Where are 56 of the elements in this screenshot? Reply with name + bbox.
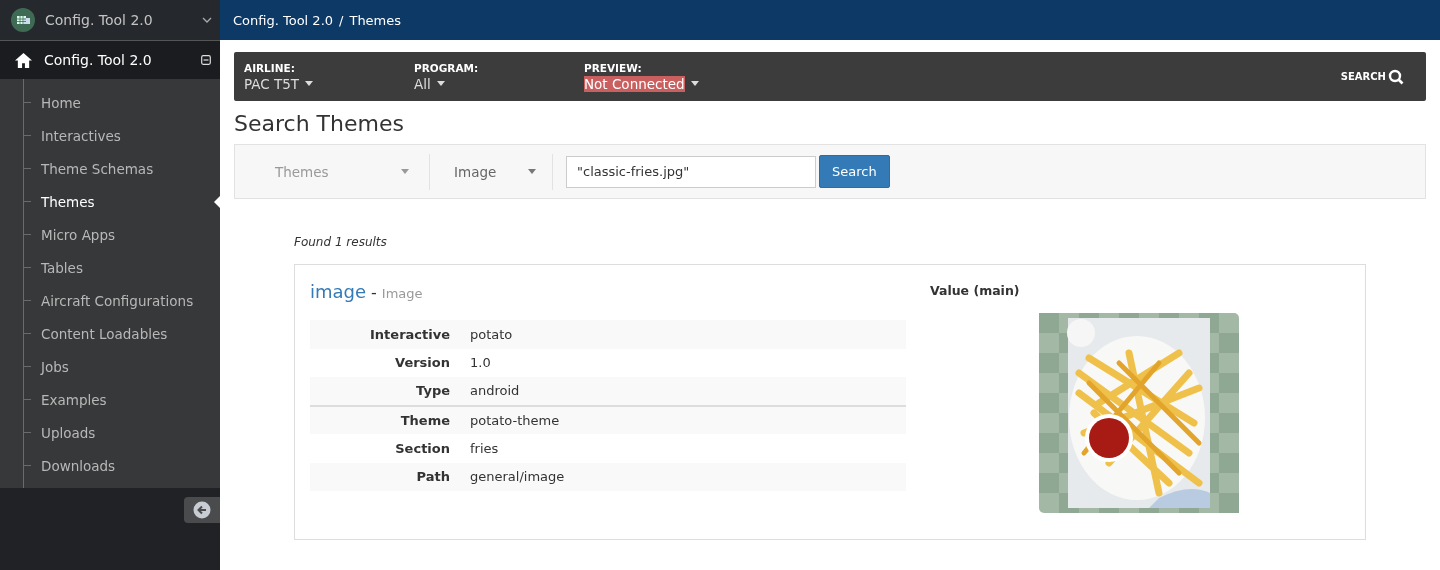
filter-label: PREVIEW: — [584, 61, 642, 74]
filter-dropdown[interactable]: All — [414, 75, 431, 92]
property-value: fries — [470, 434, 906, 463]
sidebar-item[interactable]: Examples — [41, 391, 107, 408]
breadcrumb-separator: / — [339, 12, 344, 28]
sidebar-item[interactable]: Downloads — [41, 457, 116, 474]
sidebar-item[interactable]: Themes — [41, 193, 95, 210]
sidebar-item[interactable]: Aircraft Configurations — [41, 292, 194, 309]
sidebar-item[interactable]: Home — [41, 94, 81, 111]
breadcrumb-item: Themes — [349, 12, 402, 28]
property-label: Path — [310, 462, 470, 491]
sidebar-item[interactable]: Micro Apps — [41, 226, 116, 243]
caret-icon[interactable] — [436, 81, 445, 86]
sidebar-item[interactable]: Theme Schemas — [41, 160, 154, 177]
collapse-sidebar-button[interactable] — [184, 497, 220, 523]
home-icon — [14, 51, 33, 69]
collapse-icon[interactable] — [201, 55, 211, 65]
filter-dropdown[interactable]: PAC T5T — [244, 75, 300, 92]
caret-icon[interactable] — [305, 81, 314, 86]
arrow-left-icon — [193, 501, 211, 519]
filter-label: PROGRAM: — [414, 61, 479, 74]
caret-icon — [528, 169, 536, 174]
breadcrumb-item[interactable]: Config. Tool 2.0 — [233, 12, 334, 28]
active-pointer-icon — [214, 195, 220, 208]
filter-label: AIRLINE: — [244, 61, 295, 74]
result-name-link[interactable]: image — [310, 281, 367, 302]
sidebar-item[interactable]: Uploads — [41, 424, 96, 441]
search-button[interactable]: Search — [819, 155, 890, 188]
value-label: Value (main) — [930, 283, 1020, 298]
property-value: 1.0 — [470, 348, 906, 377]
property-value: potato-theme — [470, 405, 906, 434]
search-icon — [1388, 68, 1404, 85]
sidebar-item[interactable]: Content Loadables — [41, 325, 168, 342]
property-value: general/image — [470, 462, 906, 491]
property-label: Type — [310, 377, 470, 406]
property-label: Interactive — [310, 320, 470, 349]
property-label: Theme — [310, 405, 470, 434]
app-logo-icon — [11, 8, 35, 32]
title-separator: - — [371, 283, 377, 302]
property-label: Version — [310, 348, 470, 377]
property-label: Section — [310, 434, 470, 463]
sidebar-item[interactable]: Interactives — [41, 127, 121, 144]
results-count: Found 1 results — [294, 235, 388, 249]
filter-dropdown[interactable]: Not Connected — [584, 75, 685, 92]
property-value: android — [470, 377, 906, 406]
sidebar-item[interactable]: Jobs — [41, 358, 69, 375]
result-type: Image — [381, 286, 423, 301]
search-field[interactable]: "classic-fries.jpg" — [566, 155, 816, 188]
caret-icon — [401, 169, 409, 174]
search-button[interactable]: SEARCH — [1340, 68, 1404, 85]
category-dropdown[interactable]: Image — [454, 163, 536, 180]
caret-icon[interactable] — [690, 81, 699, 86]
sidebar-item[interactable]: Tables — [41, 259, 83, 276]
page-title: Search Themes — [234, 111, 405, 136]
property-value: potato — [470, 320, 906, 349]
chevron-down-icon[interactable] — [202, 17, 212, 23]
